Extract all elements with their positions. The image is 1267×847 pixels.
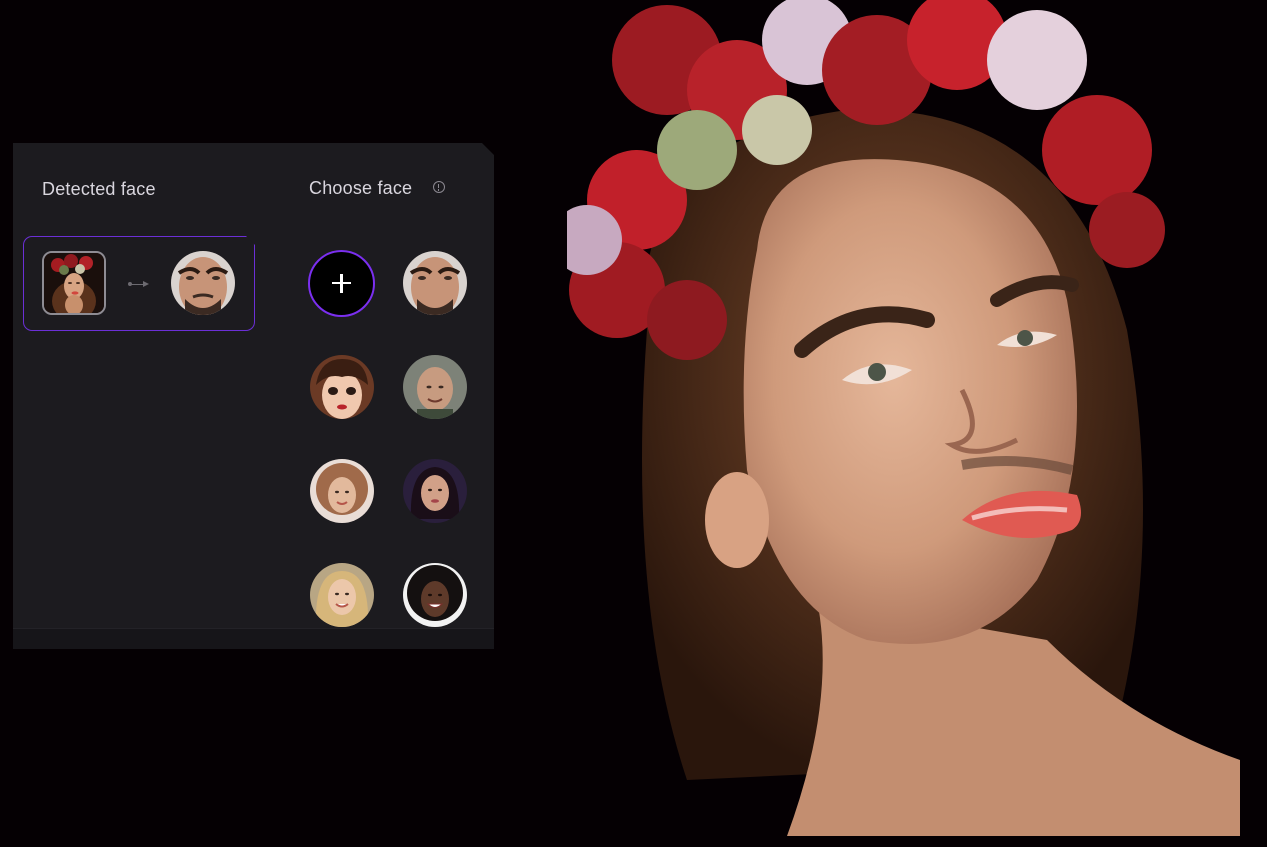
panel-footer-scrollbar[interactable] [13, 628, 494, 649]
face-option-blonde-woman[interactable] [310, 563, 374, 627]
add-face-button[interactable] [308, 250, 375, 317]
source-face-thumbnail[interactable] [42, 251, 106, 315]
face-option-bald-man[interactable] [403, 355, 467, 419]
face-option-cartoon-girl[interactable] [310, 355, 374, 419]
face-swap-panel: Detected face Choose face [13, 143, 494, 649]
face-option-man-beard[interactable] [403, 251, 467, 315]
face-option-curly-woman[interactable] [310, 459, 374, 523]
swap-arrow-icon [128, 281, 150, 287]
face-option-curly-dark-woman[interactable] [403, 563, 467, 627]
info-icon[interactable] [433, 181, 445, 193]
target-face-thumbnail[interactable] [171, 251, 235, 315]
choose-face-header: Choose face [309, 178, 413, 198]
detected-face-pair[interactable] [23, 235, 256, 331]
face-swap-result-image [567, 0, 1240, 836]
detected-face-header: Detected face [42, 179, 156, 199]
face-option-dark-hair-woman[interactable] [403, 459, 467, 523]
